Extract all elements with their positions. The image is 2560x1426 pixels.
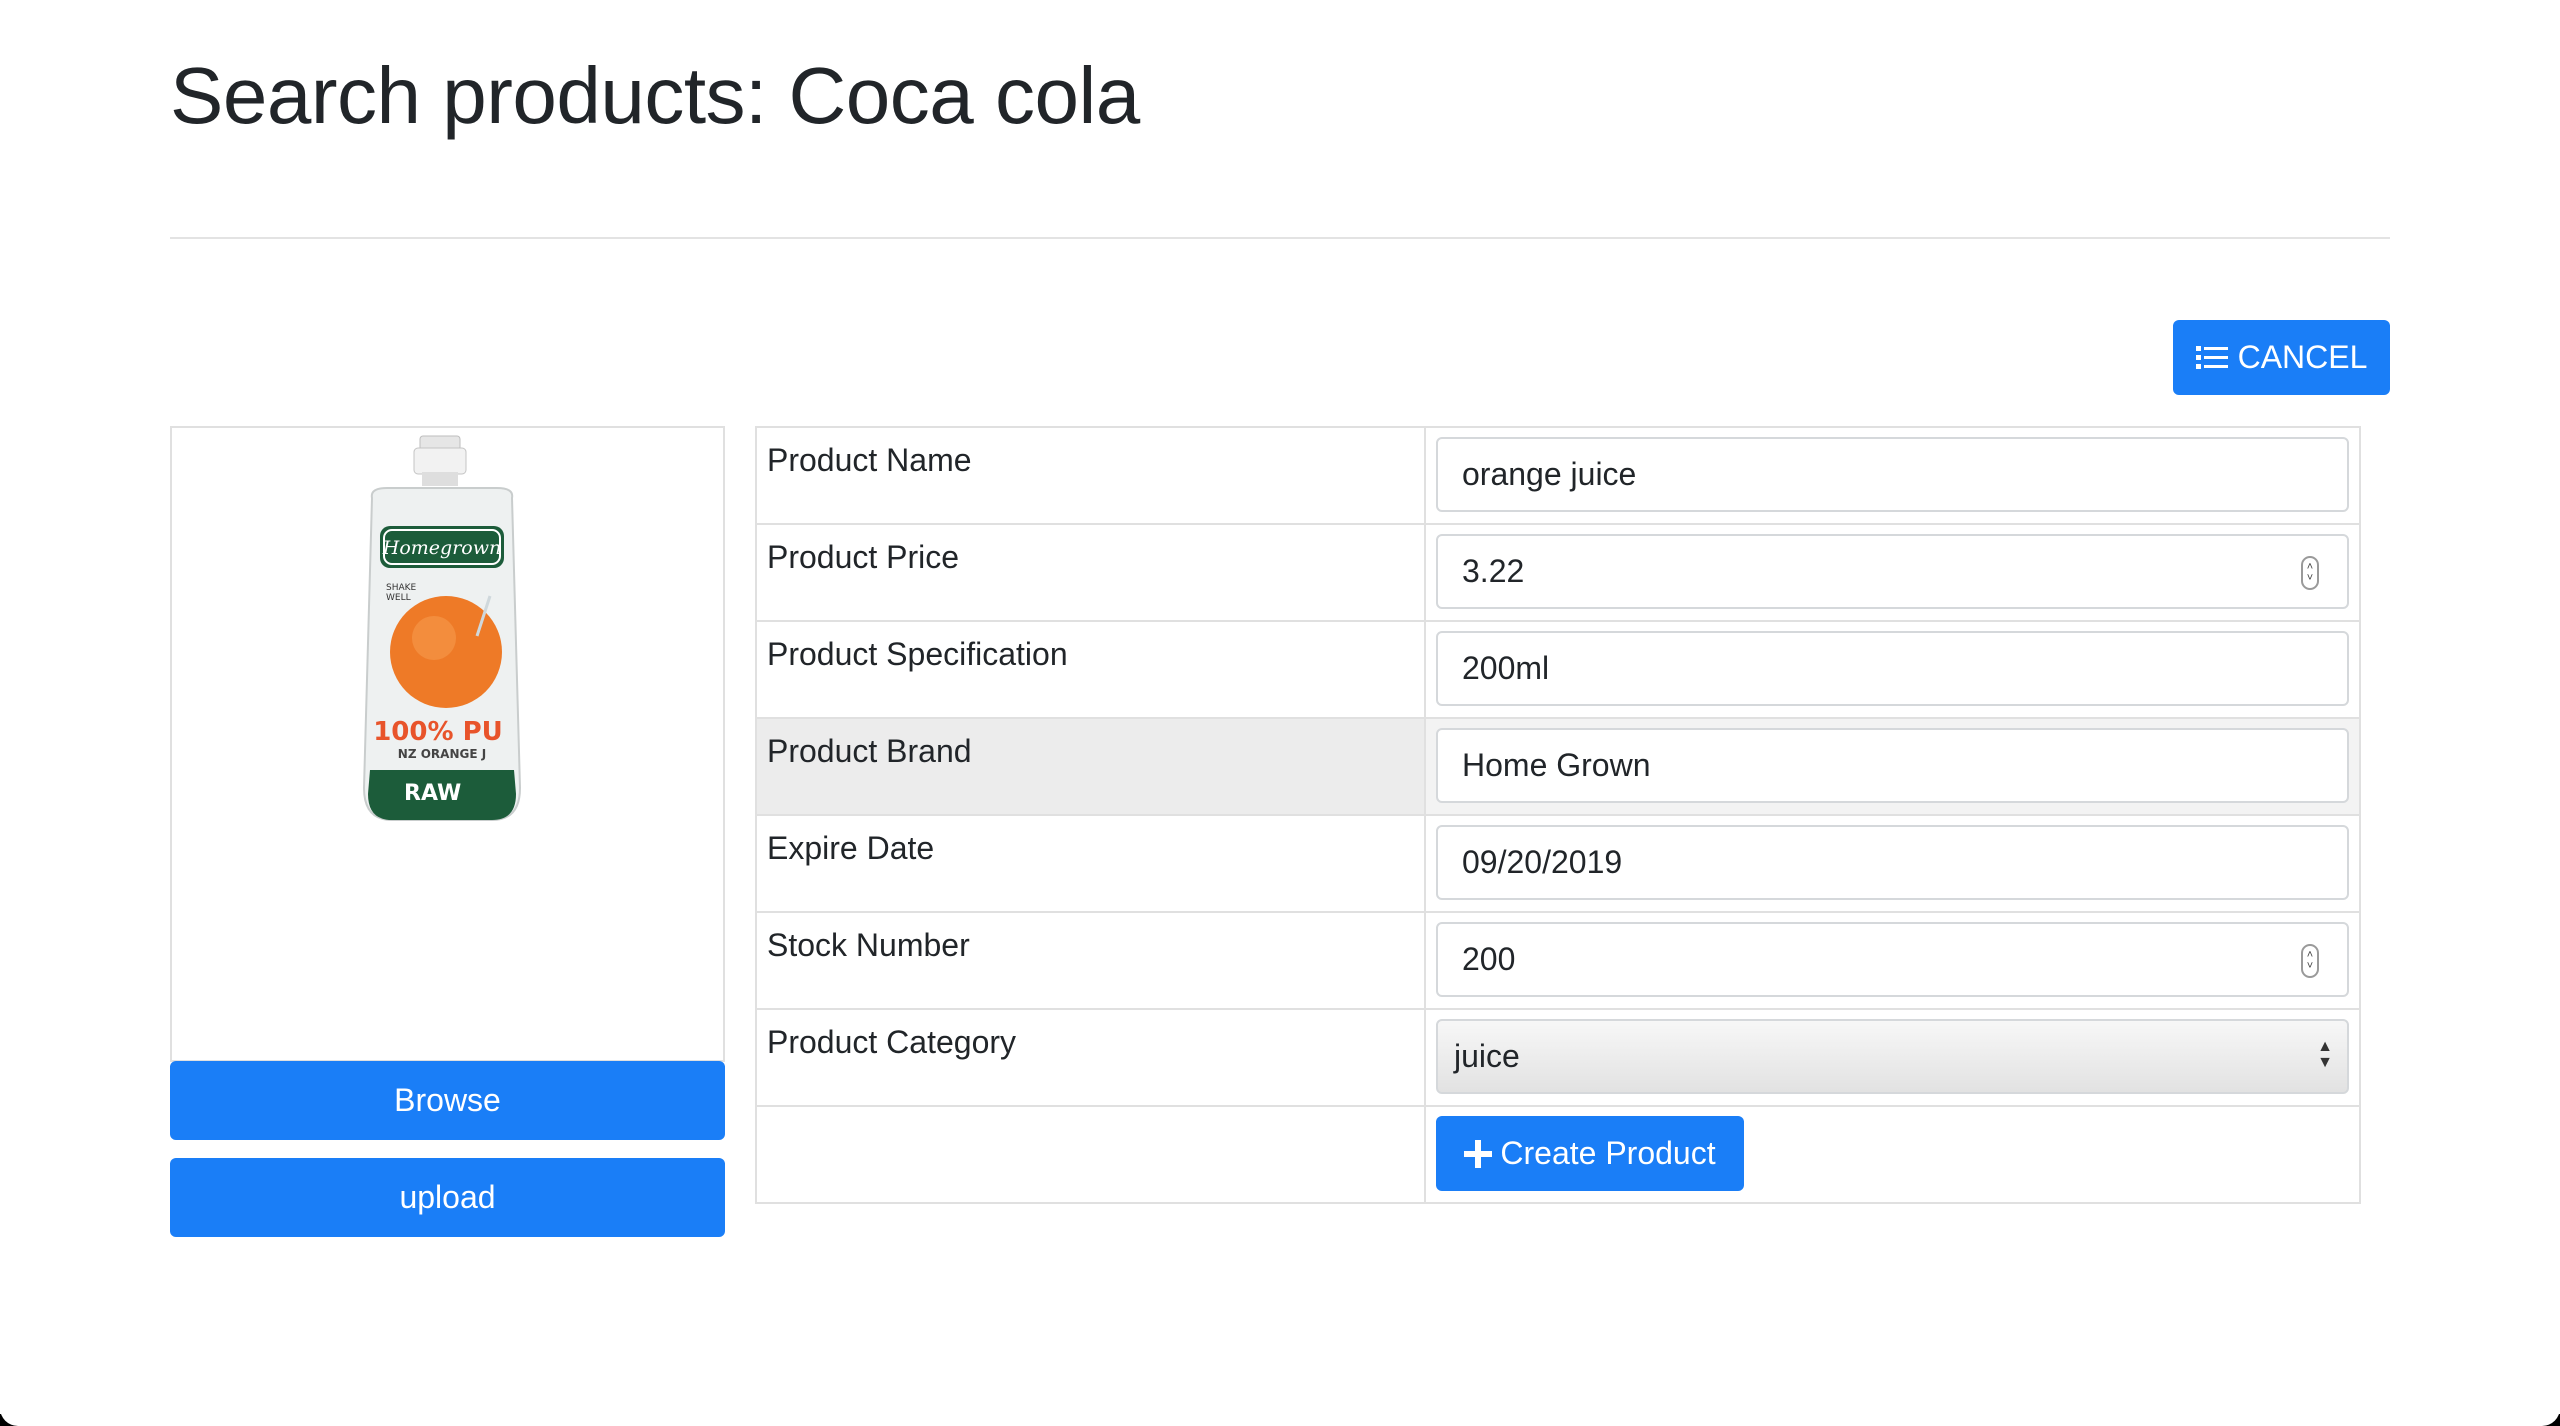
page: Search products: Coca cola CANCEL Homegr… [0, 0, 2560, 1426]
select-arrows-icon: ▲ ▼ [2317, 1038, 2333, 1071]
product-specification-label: Product Specification [755, 620, 1426, 719]
product-price-input[interactable]: 3.22 ˄ ˅ [1436, 534, 2349, 609]
empty-cell [755, 1105, 1426, 1204]
svg-text:NZ ORANGE J: NZ ORANGE J [398, 747, 486, 761]
product-specification-input[interactable]: 200ml [1436, 631, 2349, 706]
form-row-submit: Create Product [755, 1105, 2361, 1204]
expire-date-input[interactable]: 09/20/2019 [1436, 825, 2349, 900]
svg-text:Homegrown: Homegrown [382, 537, 501, 559]
product-image: Homegrown SHAKE WELL 100% PU NZ ORANGE J… [362, 435, 522, 821]
svg-text:100% PU: 100% PU [373, 717, 503, 747]
stock-number-label: Stock Number [755, 911, 1426, 1010]
expire-date-label: Expire Date [755, 814, 1426, 913]
list-icon [2195, 345, 2228, 371]
form-row-product-category: Product Category juice ▲ ▼ [755, 1008, 2361, 1107]
product-category-label: Product Category [755, 1008, 1426, 1107]
upload-button[interactable]: upload [170, 1158, 725, 1237]
form-row-stock-number: Stock Number 200 ˄ ˅ [755, 911, 2361, 1010]
svg-text:SHAKE: SHAKE [386, 583, 417, 593]
browse-button[interactable]: Browse [170, 1061, 725, 1140]
form-row-product-brand: Product Brand Home Grown [755, 717, 2361, 816]
product-brand-label: Product Brand [755, 717, 1426, 816]
product-category-select[interactable]: juice ▲ ▼ [1436, 1019, 2349, 1094]
title-divider [170, 237, 2390, 239]
cancel-label: CANCEL [2237, 339, 2368, 375]
form-row-product-specification: Product Specification 200ml [755, 620, 2361, 719]
product-name-label: Product Name [755, 426, 1426, 525]
stock-spinner-icon[interactable]: ˄ ˅ [2301, 944, 2319, 978]
svg-text:WELL: WELL [386, 593, 411, 603]
plus-icon [1464, 1139, 1493, 1168]
product-price-label: Product Price [755, 523, 1426, 622]
form-row-expire-date: Expire Date 09/20/2019 [755, 814, 2361, 913]
svg-text:RAW: RAW [404, 781, 461, 806]
create-product-label: Create Product [1500, 1135, 1716, 1171]
cancel-button[interactable]: CANCEL [2173, 320, 2390, 395]
form-row-product-name: Product Name orange juice [755, 426, 2361, 525]
stock-number-input[interactable]: 200 ˄ ˅ [1436, 922, 2349, 997]
price-spinner-icon[interactable]: ˄ ˅ [2301, 556, 2319, 590]
form-row-product-price: Product Price 3.22 ˄ ˅ [755, 523, 2361, 622]
product-brand-input[interactable]: Home Grown [1436, 728, 2349, 803]
create-product-button[interactable]: Create Product [1436, 1116, 1744, 1191]
product-form-table: Product Name orange juice Product Price … [755, 426, 2361, 1204]
page-title: Search products: Coca cola [170, 51, 1140, 140]
product-name-input[interactable]: orange juice [1436, 437, 2349, 512]
product-image-panel: Homegrown SHAKE WELL 100% PU NZ ORANGE J… [170, 426, 725, 1062]
